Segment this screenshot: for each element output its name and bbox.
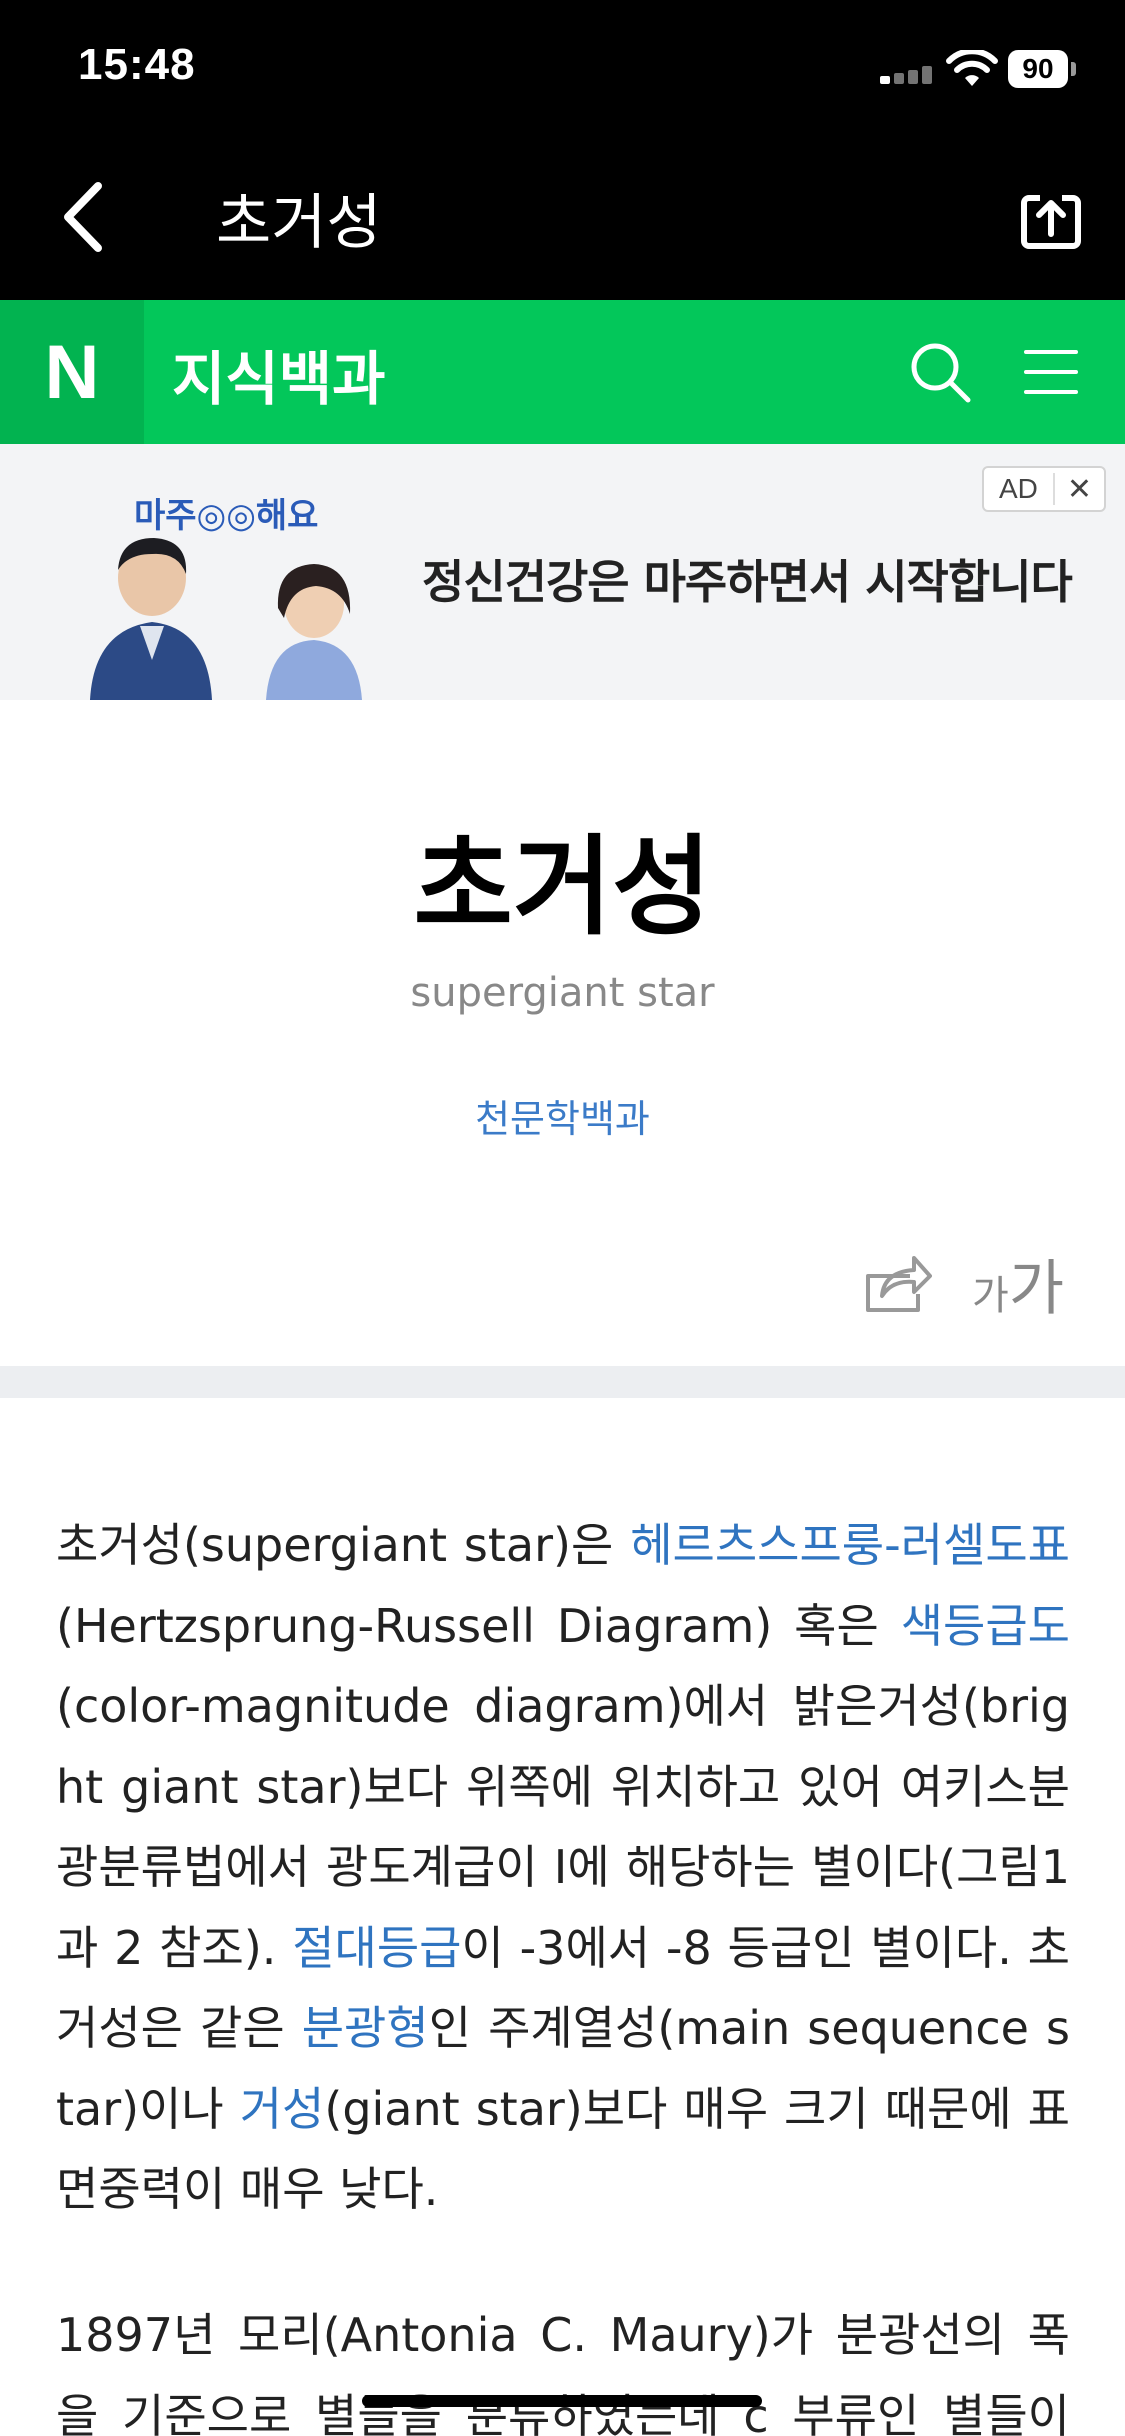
font-large-label: 가 xyxy=(1008,1254,1065,1324)
search-icon[interactable] xyxy=(906,338,974,406)
title-bar: 초거성 xyxy=(0,140,1125,300)
page-title: 초거성 xyxy=(216,188,382,258)
cellular-signal-icon xyxy=(880,66,934,84)
naver-header: N 지식백과 xyxy=(0,300,1125,444)
share-icon[interactable] xyxy=(862,1250,932,1314)
status-time: 15:48 xyxy=(78,40,196,89)
article-source-link[interactable]: 천문학백과 xyxy=(0,1088,1125,1143)
home-indicator[interactable] xyxy=(362,2395,762,2407)
battery-indicator: 90 xyxy=(1008,50,1068,88)
section-divider xyxy=(0,1366,1125,1398)
link-hr-diagram[interactable]: 헤르츠스프룽-러셀도표 xyxy=(630,1518,1070,1572)
naver-logo[interactable]: N xyxy=(0,300,144,444)
link-giant-star[interactable]: 거성 xyxy=(240,2082,325,2136)
ad-label: AD xyxy=(984,473,1055,505)
text-segment: (Hertzsprung-Russell Diagram) 혹은 xyxy=(56,1598,901,1653)
status-bar: 15:48 90 xyxy=(0,0,1125,140)
wifi-icon xyxy=(946,50,998,86)
chevron-left-icon[interactable] xyxy=(50,172,120,262)
link-spectral-type[interactable]: 분광형 xyxy=(302,2001,429,2055)
ad-banner[interactable]: 마주◎◎해요 정신건강은 마주하면서 시작합니다 AD ✕ xyxy=(0,444,1125,700)
ad-badge: AD ✕ xyxy=(982,466,1106,512)
link-color-magnitude[interactable]: 색등급도 xyxy=(901,1599,1070,1653)
hamburger-icon[interactable] xyxy=(1018,338,1082,406)
text-segment: 초거성(supergiant star)은 xyxy=(56,1518,631,1572)
article-subtitle: supergiant star xyxy=(410,970,715,1016)
service-name[interactable]: 지식백과 xyxy=(172,332,385,416)
article-title: 초거성 xyxy=(413,825,712,950)
link-absolute-magnitude[interactable]: 절대등급 xyxy=(292,1921,461,1975)
font-small-label: 가 xyxy=(972,1273,1009,1319)
share-box-icon[interactable] xyxy=(1016,184,1086,254)
article-paragraph-1: 초거성(supergiant star)은 헤르츠스프룽-러셀도표 (Hertzs… xyxy=(56,1505,1070,2230)
battery-tip xyxy=(1071,62,1076,76)
article-paragraph-2: 1897년 모리(Antonia C. Maury)가 분광선의 폭을 기준으로… xyxy=(56,2308,1070,2436)
font-size-button[interactable]: 가 가 xyxy=(972,1240,1064,1324)
ad-close-icon[interactable]: ✕ xyxy=(1055,472,1104,507)
ad-message: 정신건강은 마주하면서 시작합니다 xyxy=(422,555,1073,609)
ad-illustration xyxy=(90,538,362,700)
